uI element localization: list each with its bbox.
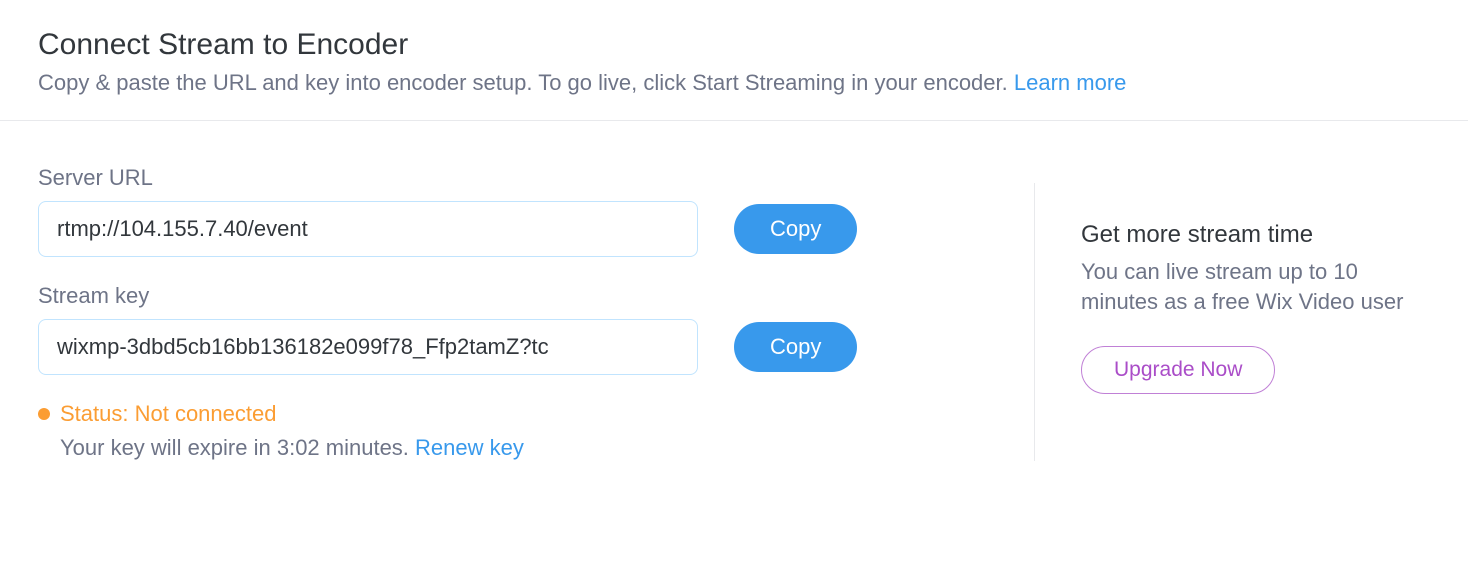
status-text: Status: Not connected <box>60 401 276 427</box>
stream-key-input[interactable] <box>38 319 698 375</box>
page-title: Connect Stream to Encoder <box>38 28 1430 62</box>
upgrade-now-button[interactable]: Upgrade Now <box>1081 346 1275 394</box>
expire-text: Your key will expire in 3:02 minutes. <box>60 435 415 460</box>
expire-row: Your key will expire in 3:02 minutes. Re… <box>38 435 998 461</box>
renew-key-link[interactable]: Renew key <box>415 435 524 460</box>
column-divider <box>1034 183 1035 461</box>
stream-key-row: Copy <box>38 319 998 375</box>
copy-server-url-button[interactable]: Copy <box>734 204 857 254</box>
copy-stream-key-button[interactable]: Copy <box>734 322 857 372</box>
learn-more-link[interactable]: Learn more <box>1014 70 1127 95</box>
page-subtitle: Copy & paste the URL and key into encode… <box>38 70 1430 96</box>
status-dot-icon <box>38 408 50 420</box>
server-url-row: Copy <box>38 201 998 257</box>
server-url-input[interactable] <box>38 201 698 257</box>
upsell-title: Get more stream time <box>1081 221 1430 249</box>
subtitle-text: Copy & paste the URL and key into encode… <box>38 70 1014 95</box>
stream-key-label: Stream key <box>38 283 998 309</box>
server-url-group: Server URL Copy <box>38 165 998 257</box>
server-url-label: Server URL <box>38 165 998 191</box>
header: Connect Stream to Encoder Copy & paste t… <box>0 0 1468 121</box>
content: Server URL Copy Stream key Copy Status: … <box>0 121 1468 481</box>
status-row: Status: Not connected <box>38 401 998 427</box>
encoder-fields: Server URL Copy Stream key Copy Status: … <box>38 165 998 461</box>
upsell-panel: Get more stream time You can live stream… <box>1081 165 1430 461</box>
stream-key-group: Stream key Copy <box>38 283 998 375</box>
upsell-text: You can live stream up to 10 minutes as … <box>1081 257 1430 316</box>
